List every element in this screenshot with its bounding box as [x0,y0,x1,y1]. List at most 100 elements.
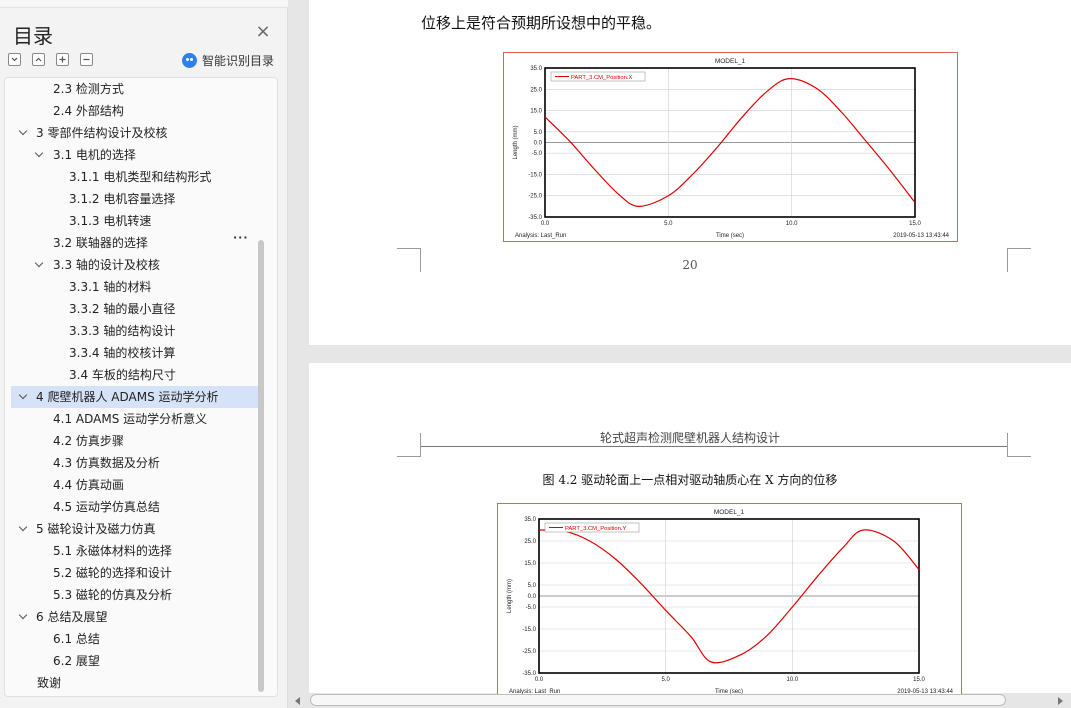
toc-item-label: 3.3.4 轴的校核计算 [69,346,176,360]
sidebar-top-bar [0,0,288,8]
toc-item[interactable]: 3 零部件结构设计及校核 [11,122,263,144]
horizontal-scrollbar[interactable] [310,694,1006,706]
y-tick-label: 25.0 [524,539,536,545]
toc-item[interactable]: 3.1.2 电机容量选择 [11,188,263,210]
toc-item-label: 3.3.1 轴的材料 [69,280,152,294]
toc-item[interactable]: 6.1 总结 [11,628,263,650]
line-chart: MODEL_135.025.015.05.00.0-5.0-15.0-25.0-… [507,509,954,695]
collapse-all-icon[interactable] [32,53,45,66]
chevron-down-icon[interactable] [19,393,27,401]
toc-item[interactable]: 4.1 ADAMS 运动学分析意义 [11,408,263,430]
toc-item-label: 6.1 总结 [53,632,100,646]
add-item-icon[interactable] [56,53,69,66]
smart-toc-label: 智能识别目录 [202,53,275,68]
toc-scrollbar[interactable] [258,240,264,692]
toc-item-label: 4.3 仿真数据及分析 [53,456,160,470]
toc-item[interactable]: 3.3.4 轴的校核计算 [11,342,263,364]
toc-item[interactable]: 5.3 磁轮的仿真及分析 [11,584,263,606]
toc-item[interactable]: 4.5 运动学仿真总结 [11,496,263,518]
toc-item[interactable]: 3.1.3 电机转速 [11,210,263,232]
toc-item[interactable]: 6 总结及展望 [11,606,263,628]
x-tick-label: 10.0 [786,677,798,683]
toc-item[interactable]: 4.2 仿真步骤 [11,430,263,452]
toc-item[interactable]: 3.3 轴的设计及校核 [11,254,263,276]
toc-item-label: 3.4 车板的结构尺寸 [69,368,176,382]
y-tick-label: 15.0 [524,561,536,567]
toc-item-label: 3.3.3 轴的结构设计 [69,324,176,338]
page-number: 20 [682,258,698,272]
toc-item-label: 2.4 外部结构 [53,104,124,118]
analysis-label: Analysis: Last_Run [515,233,566,239]
remove-item-icon[interactable] [80,53,93,66]
y-axis-label: Length (mm) [513,125,519,159]
toc-item[interactable]: 3.3.1 轴的材料 [11,276,263,298]
sidebar-title: 目录 [13,24,53,48]
y-tick-label: -15.0 [522,627,536,633]
toc-item-label: 5.1 永磁体材料的选择 [53,544,172,558]
toc-item-label: 致谢 [37,676,62,690]
chevron-down-icon[interactable] [35,261,43,269]
more-options-icon[interactable]: ··· [233,232,248,243]
timestamp-label: 2019-05-13 13:43:44 [893,233,949,239]
toc-item[interactable]: 3.2 联轴器的选择 [11,232,263,254]
toc-item-label: 4 爬壁机器人 ADAMS 运动学分析 [36,390,219,404]
toc-list: 2.3 检测方式 2.4 外部结构 3 零部件结构设计及校核 3.1 电机的选择 3.1… [4,77,278,697]
y-tick-label: 5.0 [528,583,537,589]
toc-item[interactable]: 致谢 [11,672,263,694]
figure-caption: 图 4.2 驱动轮面上一点相对驱动轴质心在 X 方向的位移 [542,473,838,487]
toc-item[interactable]: 5.1 永磁体材料的选择 [11,540,263,562]
scroll-right-icon[interactable] [1058,697,1063,705]
scroll-left-icon[interactable] [295,697,300,705]
chevron-down-icon[interactable] [19,613,27,621]
smart-toc-button[interactable]: 智能识别目录 [182,51,274,69]
toc-item-label: 3.1.3 电机转速 [69,214,152,228]
chart-figure: MODEL_1 35.0 25.0 15.0 5.0 0.0 -5.0 -15.0 -25.0-… [497,503,962,698]
toc-item-label: 5.3 磁轮的仿真及分析 [53,588,172,602]
expand-all-icon[interactable] [8,53,21,66]
toc-item-label: 2.3 检测方式 [53,82,124,96]
chevron-down-icon[interactable] [19,525,27,533]
toc-item-label: 3.1.2 电机容量选择 [69,192,176,206]
toc-item[interactable]: 3.3.2 轴的最小直径 [11,298,263,320]
toc-item[interactable]: 5 磁轮设计及磁力仿真 [11,518,263,540]
y-tick-label: 0.0 [534,141,543,147]
toc-item-label: 4.1 ADAMS 运动学分析意义 [53,412,208,426]
toc-item[interactable]: 3.1.1 电机类型和结构形式 [11,166,263,188]
toc-item[interactable]: 2.3 检测方式 [11,78,263,100]
toc-item[interactable]: 3.4 车板的结构尺寸 [11,364,263,386]
y-tick-label: 35.0 [524,517,536,523]
document-page: 轮式超声检测爬壁机器人结构设计 图 4.2 驱动轮面上一点相对驱动轴质心在 X … [309,363,1071,698]
x-axis-label: Time (sec) [716,233,744,239]
body-text: 位移上是符合预期所设想中的平稳。 [421,14,662,32]
chart-figure: MODEL_1 35.0 25.0 15.0 5.0 0.0 -5.0 -15.0 -25.0-… [503,52,958,242]
chevron-down-icon[interactable] [19,129,27,137]
toc-item[interactable]: 2.4 外部结构 [11,100,263,122]
document-viewport: 位移上是符合预期所设想中的平稳。 MODEL_1 35.0 25.0 15.0 5.0 0… [289,0,1071,708]
x-tick-label: 0.0 [541,221,550,227]
ai-robot-icon [182,52,197,68]
chevron-down-icon[interactable] [35,151,43,159]
y-tick-label: 15.0 [530,109,542,115]
chart-title: MODEL_1 [715,58,746,65]
toc-sidebar: 目录 × 智能识别目录 2.3 检测方式 2.4 外部结构 3 零部件结构设计及校核… [0,0,288,708]
chart-title: MODEL_1 [714,509,745,516]
x-tick-label: 15.0 [909,221,921,227]
toc-item[interactable]: 4 爬壁机器人 ADAMS 运动学分析 [11,386,263,408]
toc-item-label: 3.1 电机的选择 [53,148,136,162]
toc-item[interactable]: 4.3 仿真数据及分析 [11,452,263,474]
x-tick-label: 0.0 [535,677,544,683]
y-tick-label: 25.0 [530,87,542,93]
running-header: 轮式超声检测爬壁机器人结构设计 [599,431,780,445]
x-tick-label: 5.0 [664,221,673,227]
close-icon[interactable]: × [255,23,271,41]
toc-item-label: 3.3 轴的设计及校核 [53,258,160,272]
toc-item[interactable]: 6.2 展望 [11,650,263,672]
toc-item[interactable]: 3.1 电机的选择 [11,144,263,166]
y-tick-label: -5.0 [526,605,537,611]
toc-item-label: 4.4 仿真动画 [53,478,124,492]
y-tick-label: 0.0 [528,594,537,600]
toc-item[interactable]: 3.3.3 轴的结构设计 [11,320,263,342]
legend-label: PART_3.CM_Position.Y [565,526,626,532]
toc-item[interactable]: 5.2 磁轮的选择和设计 [11,562,263,584]
toc-item[interactable]: 4.4 仿真动画 [11,474,263,496]
